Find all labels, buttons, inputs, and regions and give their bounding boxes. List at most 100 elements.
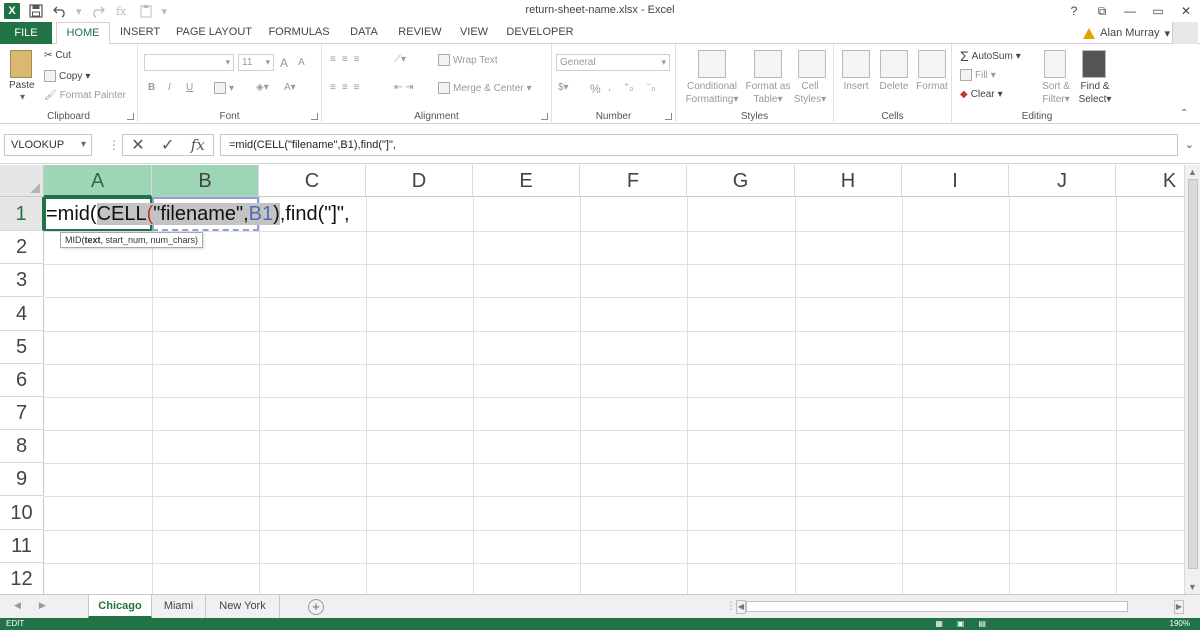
number-format-combo[interactable]: General xyxy=(556,54,670,71)
column-header-g[interactable]: G xyxy=(687,165,795,197)
tab-review[interactable]: REVIEW xyxy=(394,22,446,44)
tab-file[interactable]: FILE xyxy=(0,22,52,44)
tab-formulas[interactable]: FORMULAS xyxy=(266,22,332,44)
autosum-button[interactable]: Σ AutoSum ▾ xyxy=(960,48,1021,64)
shrink-font-button[interactable]: A xyxy=(298,57,305,68)
minimize-icon[interactable]: — xyxy=(1116,4,1144,18)
cut-button[interactable]: ✂ Cut xyxy=(44,50,71,61)
fill-button[interactable]: Fill ▾ xyxy=(960,69,996,81)
vertical-scrollbar[interactable]: ▲ ▼ xyxy=(1184,165,1200,594)
cell-styles-button[interactable]: Cell Styles▾ xyxy=(790,80,830,106)
indent-icons[interactable]: ⇤ ⇥ xyxy=(394,82,414,93)
row-header-8[interactable]: 8 xyxy=(0,430,44,463)
tab-developer[interactable]: DEVELOPER xyxy=(504,22,576,44)
redo-icon[interactable] xyxy=(90,3,106,19)
percent-button[interactable]: % xyxy=(590,82,601,96)
enter-icon[interactable]: ✓ xyxy=(161,135,174,155)
delete-button[interactable]: Delete xyxy=(874,80,914,93)
save-icon[interactable] xyxy=(28,3,44,19)
horizontal-align-icons[interactable]: ≡≡≡ xyxy=(330,82,366,93)
sheet-next-icon[interactable]: ▶ xyxy=(39,600,46,611)
column-header-f[interactable]: F xyxy=(580,165,687,197)
paste-button[interactable]: Paste xyxy=(9,80,35,91)
name-box[interactable]: VLOOKUP xyxy=(4,134,92,156)
insert-button[interactable]: Insert xyxy=(836,80,876,93)
select-all-button[interactable] xyxy=(0,165,44,197)
tooltip-current-arg[interactable]: text xyxy=(85,235,101,245)
expand-formula-bar-icon[interactable]: ⌄ xyxy=(1185,138,1194,151)
cell-edit-text[interactable]: =mid(CELL("filename",B1),find("]", xyxy=(46,199,350,229)
scroll-up-icon[interactable]: ▲ xyxy=(1188,167,1197,177)
font-name-combo[interactable] xyxy=(144,54,234,71)
add-sheet-icon[interactable]: + xyxy=(308,599,324,615)
column-header-k[interactable]: K xyxy=(1116,165,1184,197)
paste-values-icon[interactable] xyxy=(138,3,154,19)
tab-insert[interactable]: INSERT xyxy=(120,22,160,44)
scroll-left-icon[interactable]: ◀ xyxy=(736,600,746,614)
comma-style-icon[interactable]: , xyxy=(608,82,611,93)
italic-button[interactable]: I xyxy=(168,82,171,93)
sheet-prev-icon[interactable]: ◀ xyxy=(14,600,21,611)
row-header-4[interactable]: 4 xyxy=(0,298,44,331)
accounting-format-icon[interactable]: $▾ xyxy=(558,82,569,93)
orientation-icon[interactable]: ⟋▾ xyxy=(394,54,406,65)
insert-function-icon[interactable]: fx xyxy=(191,136,205,154)
view-buttons[interactable]: ▦▣▤ xyxy=(935,619,1000,628)
row-header-11[interactable]: 11 xyxy=(0,530,44,563)
sort-filter-button[interactable]: Sort & Filter▾ xyxy=(1036,80,1076,106)
font-color-icon[interactable]: fx xyxy=(114,3,130,19)
help-icon[interactable]: ? xyxy=(1060,4,1088,18)
avatar[interactable] xyxy=(1172,22,1198,44)
decimal-increase-icon[interactable]: ⁺₀ xyxy=(624,82,633,93)
tab-data[interactable]: DATA xyxy=(344,22,384,44)
row-header-5[interactable]: 5 xyxy=(0,331,44,364)
column-header-e[interactable]: E xyxy=(473,165,580,197)
sheet-tab-miami[interactable]: Miami xyxy=(152,595,206,618)
vertical-align-icons[interactable]: ≡≡≡ xyxy=(330,54,366,65)
column-header-b[interactable]: B xyxy=(152,165,259,197)
undo-icon[interactable] xyxy=(52,3,68,19)
customize-qat-icon[interactable]: ▾ xyxy=(162,5,168,18)
underline-button[interactable]: U xyxy=(186,82,193,93)
row-header-12[interactable]: 12 xyxy=(0,563,44,594)
sheet-tab-new-york[interactable]: New York xyxy=(206,595,280,618)
tab-home[interactable]: HOME xyxy=(56,22,110,45)
borders-icon[interactable]: ▾ xyxy=(214,82,234,94)
worksheet-grid[interactable]: A B C D E F G H I J K 1 2 3 4 5 6 7 8 9 10 11 12 =mid(CELL("fil… xyxy=(0,165,1184,594)
collapse-ribbon-icon[interactable]: ⌃ xyxy=(1180,108,1188,119)
vertical-scroll-thumb[interactable] xyxy=(1188,179,1198,569)
column-header-c[interactable]: C xyxy=(259,165,366,197)
scroll-right-icon[interactable]: ▶ xyxy=(1174,600,1184,614)
copy-button[interactable]: Copy ▾ xyxy=(44,70,90,82)
cancel-icon[interactable]: ✕ xyxy=(131,135,144,155)
user-account[interactable]: Alan Murray ▾ xyxy=(1083,22,1170,44)
formula-input[interactable]: =mid(CELL("filename",B1),find("]", xyxy=(220,134,1178,156)
alignment-launcher-icon[interactable] xyxy=(541,113,548,120)
find-select-button[interactable]: Find & Select▾ xyxy=(1074,80,1116,106)
tooltip-function-name[interactable]: MID( xyxy=(65,235,85,245)
row-header-1[interactable]: 1 xyxy=(0,197,44,231)
column-header-a[interactable]: A xyxy=(44,165,152,197)
tab-view[interactable]: VIEW xyxy=(456,22,492,44)
font-size-combo[interactable]: 11 xyxy=(238,54,274,71)
paste-dropdown-icon[interactable]: ▾ xyxy=(20,92,25,103)
column-header-d[interactable]: D xyxy=(366,165,473,197)
wrap-text-button[interactable]: Wrap Text xyxy=(438,54,498,66)
row-header-10[interactable]: 10 xyxy=(0,497,44,530)
bold-button[interactable]: B xyxy=(148,82,155,93)
column-header-i[interactable]: I xyxy=(902,165,1009,197)
decimal-decrease-icon[interactable]: ⁻₀ xyxy=(646,82,655,93)
font-color-button-icon[interactable]: A▾ xyxy=(284,82,296,93)
column-header-h[interactable]: H xyxy=(795,165,902,197)
row-header-2[interactable]: 2 xyxy=(0,231,44,264)
grow-font-button[interactable]: A xyxy=(280,56,288,70)
tab-page-layout[interactable]: PAGE LAYOUT xyxy=(172,22,256,44)
ribbon-display-icon[interactable]: ⧉ xyxy=(1088,4,1116,19)
format-as-table-button[interactable]: Format as Table▾ xyxy=(742,80,794,106)
number-launcher-icon[interactable] xyxy=(665,113,672,120)
tab-splitter-icon[interactable]: ⋮ xyxy=(726,601,736,612)
row-header-9[interactable]: 9 xyxy=(0,463,44,496)
fill-color-icon[interactable]: ◈▾ xyxy=(256,82,269,93)
row-header-3[interactable]: 3 xyxy=(0,264,44,297)
zoom-level[interactable]: 190% xyxy=(1170,619,1190,628)
